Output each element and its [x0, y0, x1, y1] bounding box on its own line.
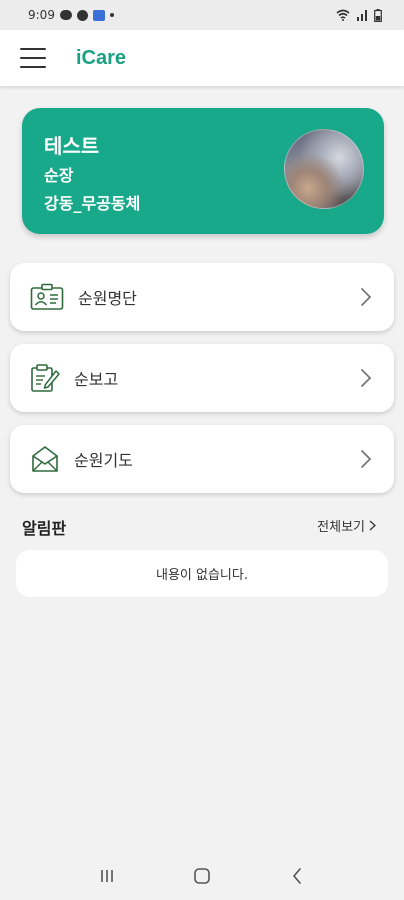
status-left: 9:09 — [28, 8, 114, 22]
app-title: iCare — [76, 46, 127, 69]
chevron-right-icon — [369, 520, 376, 531]
chevron-right-icon — [361, 288, 372, 306]
back-icon — [292, 868, 301, 884]
status-bar: 9:09 — [0, 0, 404, 30]
battery-icon — [374, 8, 382, 22]
avatar[interactable] — [284, 129, 364, 209]
envelope-icon — [28, 442, 62, 476]
app-notification-icon — [76, 9, 88, 21]
profile-name: 테스트 — [44, 134, 100, 158]
blue-app-notification-icon — [92, 9, 105, 21]
status-right — [336, 8, 382, 22]
system-nav-bar — [0, 852, 404, 900]
signal-icon — [357, 10, 367, 21]
id-card-icon — [30, 280, 64, 314]
profile-group: 강동_무공동체 — [44, 194, 141, 213]
see-all-link[interactable]: 전체보기 — [317, 516, 376, 535]
home-icon — [194, 868, 210, 884]
menu-line-icon — [20, 66, 46, 68]
app-bar: iCare — [0, 30, 404, 86]
clipboard-edit-icon — [28, 361, 62, 395]
chevron-right-icon — [361, 450, 372, 468]
menu-item-label: 순원명단 — [78, 289, 137, 308]
profile-rank: 순장 — [44, 166, 74, 185]
menu-item-prayer[interactable]: 순원기도 — [10, 425, 394, 493]
hamburger-menu-button[interactable] — [20, 48, 46, 68]
menu-item-report[interactable]: 순보고 — [10, 344, 394, 412]
chat-notification-icon — [59, 10, 72, 20]
notice-board-title: 알림판 — [22, 519, 67, 538]
back-button[interactable] — [282, 861, 312, 891]
menu-item-member-list[interactable]: 순원명단 — [10, 263, 394, 331]
menu-line-icon — [20, 48, 46, 50]
status-time: 9:09 — [28, 8, 55, 22]
menu-item-label: 순보고 — [74, 370, 119, 389]
menu-line-icon — [20, 57, 46, 59]
recent-apps-button[interactable] — [92, 861, 122, 891]
chevron-right-icon — [361, 369, 372, 387]
empty-message: 내용이 없습니다. — [156, 568, 248, 583]
profile-card: 테스트 순장 강동_무공동체 — [22, 108, 384, 234]
home-button[interactable] — [187, 861, 217, 891]
notice-list: 내용이 없습니다. — [16, 550, 388, 597]
see-all-label: 전체보기 — [317, 520, 365, 535]
menu-item-label: 순원기도 — [74, 451, 133, 470]
recent-apps-icon — [101, 870, 114, 882]
wifi-icon — [336, 9, 350, 21]
more-notifications-icon — [109, 13, 114, 17]
